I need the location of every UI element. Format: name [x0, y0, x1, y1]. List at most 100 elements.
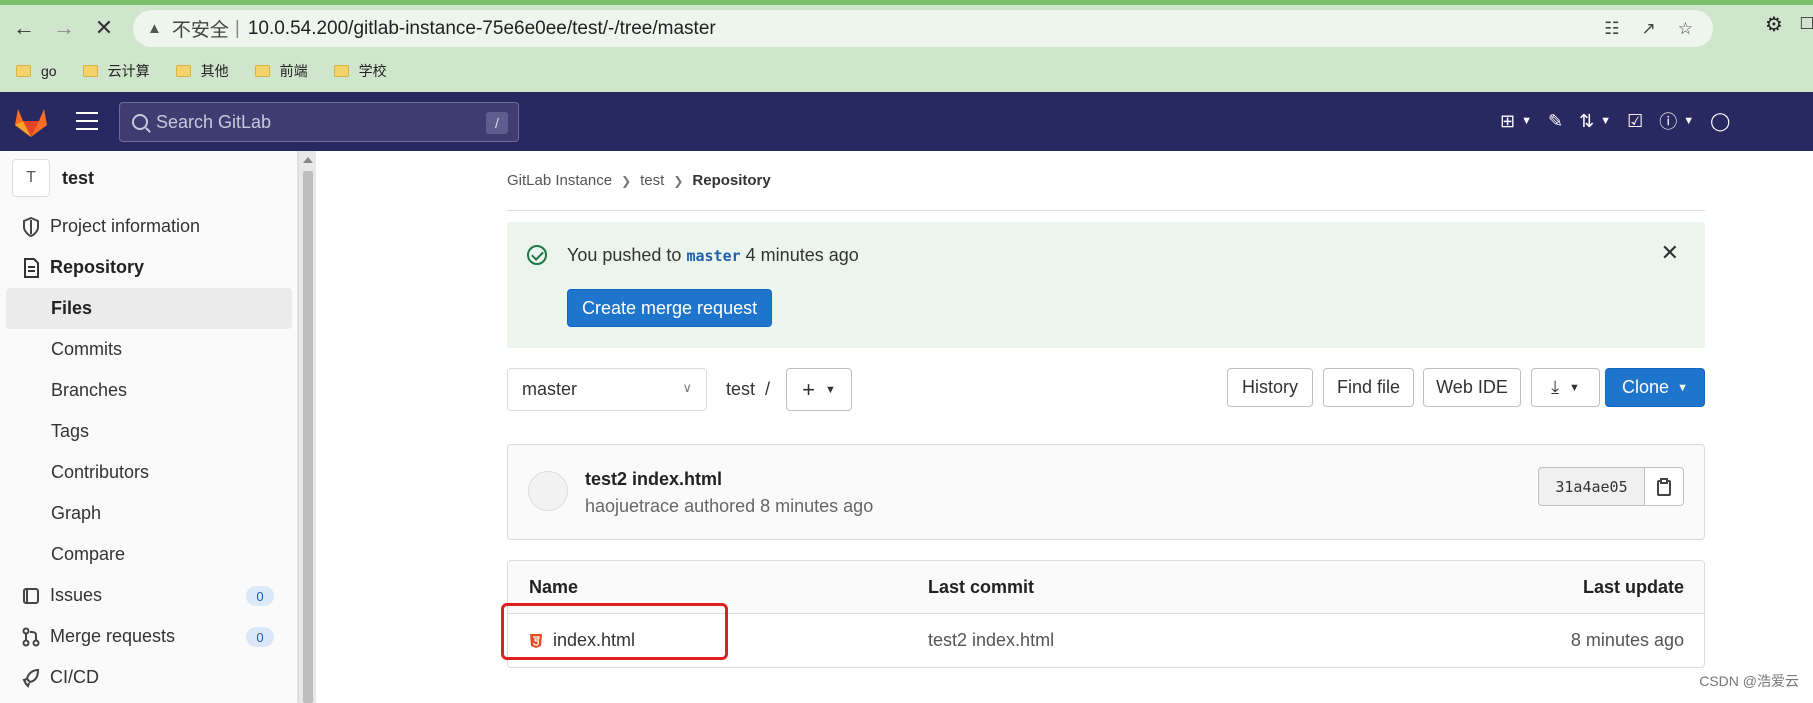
commit-sha-group: 31a4ae05 — [1538, 467, 1684, 506]
annotation-highlight-box — [501, 603, 728, 660]
chevron-down-icon: ▼ — [1521, 115, 1532, 127]
sidebar-item-files[interactable]: Files — [6, 288, 292, 329]
file-last-commit[interactable]: test2 index.html — [928, 630, 1054, 651]
breadcrumb-item-repository[interactable]: Repository — [692, 172, 770, 189]
find-file-button[interactable]: Find file — [1323, 368, 1414, 407]
project-header[interactable]: T test — [12, 159, 94, 197]
bookmark-school[interactable]: 学校 — [333, 61, 387, 81]
menu-icon[interactable] — [76, 112, 98, 130]
project-avatar: T — [12, 159, 50, 197]
plus-square-icon: ⊞ — [1500, 110, 1516, 131]
last-commit-box: test2 index.html haojuetrace authored 8 … — [507, 444, 1705, 540]
commit-title[interactable]: test2 index.html — [585, 469, 722, 490]
download-icon: ⤓ — [1551, 377, 1560, 397]
folder-icon — [333, 65, 349, 77]
new-item-dropdown[interactable]: ⊞ ▼ — [1500, 111, 1532, 132]
web-ide-button[interactable]: Web IDE — [1423, 368, 1521, 407]
breadcrumb-item-project[interactable]: test — [640, 172, 664, 189]
issues-icon — [23, 588, 39, 604]
project-name: test — [62, 167, 95, 188]
plus-icon: + — [802, 376, 815, 402]
file-last-update: 8 minutes ago — [1570, 630, 1684, 650]
search-input[interactable]: Search GitLab / — [119, 102, 519, 142]
url-text[interactable]: 10.0.54.200/gitlab-instance-75e6e0ee/tes… — [248, 18, 716, 40]
address-bar[interactable]: ▲ 不安全 | 10.0.54.200/gitlab-instance-75e6… — [133, 10, 1713, 47]
breadcrumb: GitLab Instance ❯ test ❯ Repository — [507, 151, 1705, 211]
sidebar-item-merge-requests[interactable]: Merge requests 0 — [0, 616, 298, 657]
back-icon[interactable]: ← — [8, 12, 40, 44]
add-to-tree-dropdown[interactable]: + ▼ — [786, 368, 852, 411]
bookmark-go[interactable]: go — [16, 63, 57, 79]
column-header-name: Name — [529, 577, 579, 597]
clipboard-icon — [1657, 477, 1671, 496]
scrollbar-thumb[interactable] — [303, 171, 313, 703]
share-icon[interactable]: ↗ — [1642, 19, 1656, 39]
todos-icon[interactable]: ☑ — [1627, 111, 1643, 132]
sidebar-item-tags[interactable]: Tags — [0, 411, 298, 452]
download-dropdown[interactable]: ⤓ ▼ — [1531, 368, 1600, 407]
push-message: You pushed to master 4 minutes ago — [567, 245, 859, 265]
forward-icon[interactable]: → — [48, 12, 80, 44]
sidebar-item-contributors[interactable]: Contributors — [0, 452, 298, 493]
folder-icon — [82, 65, 98, 77]
breadcrumb-item-instance[interactable]: GitLab Instance — [507, 172, 612, 189]
bookmark-cloud[interactable]: 云计算 — [82, 61, 150, 81]
sidebar-item-issues[interactable]: Issues 0 — [0, 575, 298, 616]
history-button[interactable]: History — [1227, 368, 1313, 407]
stop-loading-icon[interactable]: ✕ — [88, 12, 120, 44]
sidebar-item-ci-cd[interactable]: CI/CD — [0, 657, 298, 698]
branch-select[interactable]: master ∨ — [507, 368, 707, 411]
chevron-down-icon: ∨ — [682, 380, 692, 395]
document-icon — [24, 258, 39, 278]
translate-icon[interactable]: ☷ — [1604, 19, 1619, 39]
sidebar-item-graph[interactable]: Graph — [0, 493, 298, 534]
pushed-branch[interactable]: master — [686, 247, 740, 265]
gitlab-header: Search GitLab / ⊞ ▼ ✎ ⇅ ▼ ☑ ⓘ ▼ ◯ — [0, 92, 1813, 151]
sidebar-item-compare[interactable]: Compare — [0, 534, 298, 575]
watermark: CSDN @浩爱云 — [1699, 673, 1799, 689]
copy-sha-button[interactable] — [1645, 467, 1684, 506]
repo-path: test / — [726, 379, 771, 399]
rocket-icon — [22, 668, 40, 688]
scroll-up-arrow-icon[interactable] — [303, 157, 313, 163]
commit-meta: haojuetrace authored 8 minutes ago — [585, 496, 874, 516]
warning-icon: ▲ — [147, 20, 162, 37]
sidebar-scrollbar[interactable] — [298, 151, 316, 703]
column-header-last-update: Last update — [1582, 577, 1684, 597]
merge-requests-count-badge: 0 — [246, 627, 274, 647]
clone-dropdown[interactable]: Clone ▼ — [1605, 368, 1705, 407]
chevron-down-icon: ▼ — [1683, 115, 1695, 127]
project-sidebar: T test Project information Repository Fi… — [0, 151, 298, 703]
bookmarks-bar: go 云计算 其他 前端 学校 — [0, 56, 387, 86]
sidebar-nav: Project information Repository Files Com… — [0, 206, 298, 698]
extensions-icon[interactable]: ⚙ — [1765, 12, 1783, 37]
issues-icon[interactable]: ✎ — [1548, 111, 1563, 132]
shield-icon — [23, 217, 39, 237]
chevron-right-icon: ❯ — [621, 173, 632, 188]
repo-toolbar: master ∨ test / + ▼ History Find file Web… — [507, 368, 1705, 411]
sidebar-item-branches[interactable]: Branches — [0, 370, 298, 411]
bookmark-other[interactable]: 其他 — [175, 61, 229, 81]
sidebar-item-project-information[interactable]: Project information — [0, 206, 298, 247]
chevron-down-icon: ▼ — [1677, 381, 1688, 394]
help-dropdown[interactable]: ⓘ ▼ — [1659, 108, 1694, 134]
column-header-last-commit: Last commit — [928, 577, 1035, 597]
insecure-label: 不安全 — [171, 20, 229, 41]
close-icon[interactable]: ✕ — [1661, 240, 1679, 266]
user-avatar-icon[interactable]: ◯ — [1710, 111, 1730, 132]
author-avatar[interactable] — [528, 471, 568, 511]
gitlab-logo-icon[interactable] — [14, 106, 48, 138]
merge-requests-dropdown[interactable]: ⇅ ▼ — [1579, 111, 1611, 132]
commit-sha[interactable]: 31a4ae05 — [1538, 467, 1645, 506]
main-content: GitLab Instance ❯ test ❯ Repository You … — [507, 151, 1705, 668]
side-panel-icon[interactable]: □ — [1801, 12, 1813, 37]
merge-request-icon — [22, 627, 40, 647]
search-icon — [132, 114, 148, 130]
bookmark-star-icon[interactable]: ☆ — [1678, 19, 1693, 39]
bookmark-frontend[interactable]: 前端 — [254, 61, 308, 81]
sidebar-item-repository[interactable]: Repository — [0, 247, 298, 288]
chevron-right-icon: ❯ — [673, 173, 684, 188]
create-merge-request-button[interactable]: Create merge request — [567, 289, 773, 327]
sidebar-item-commits[interactable]: Commits — [0, 329, 298, 370]
chevron-down-icon: ▼ — [1600, 115, 1612, 127]
